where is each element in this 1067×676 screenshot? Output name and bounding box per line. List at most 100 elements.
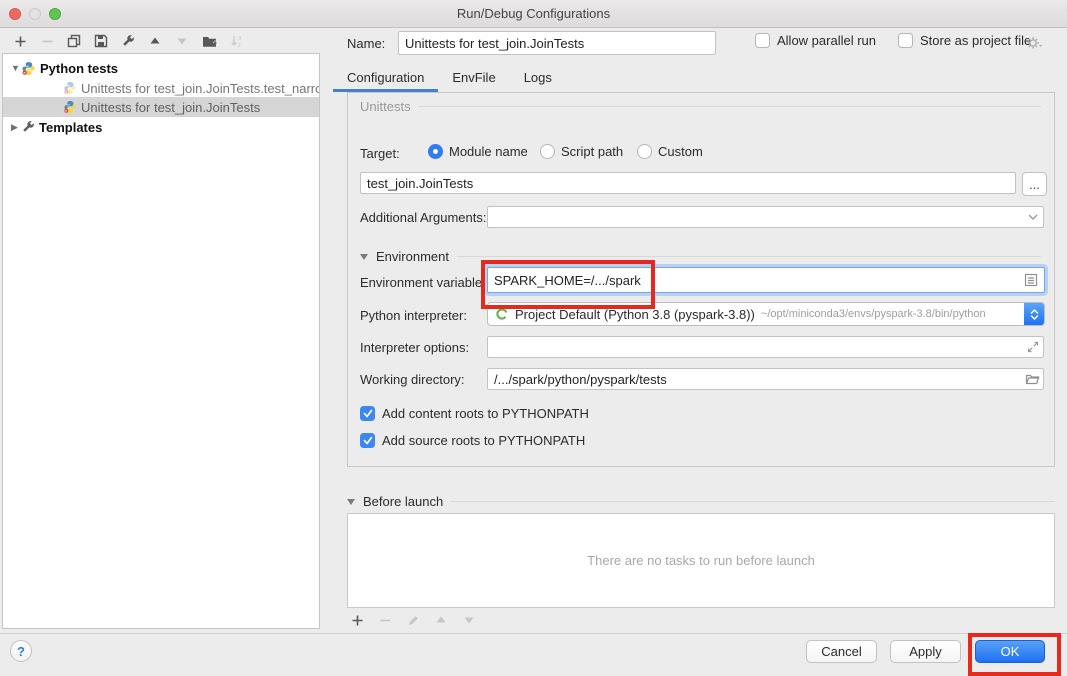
separator: [419, 106, 1041, 107]
save-configuration-icon[interactable]: [93, 33, 109, 49]
remove-configuration-icon: [39, 33, 55, 49]
script-path-radio[interactable]: [540, 144, 555, 159]
browse-module-button[interactable]: ...: [1022, 172, 1047, 196]
before-launch-section-header[interactable]: Before launch: [347, 494, 1055, 509]
name-label: Name:: [347, 36, 385, 51]
add-source-roots-label: Add source roots to PYTHONPATH: [382, 433, 585, 448]
tree-item-python-tests[interactable]: ▼ Python tests: [3, 58, 319, 78]
tab-label: Logs: [524, 70, 552, 85]
edit-task-icon: [405, 612, 421, 628]
working-directory-input[interactable]: [487, 368, 1044, 390]
store-options-gear-icon[interactable]: [1026, 36, 1043, 51]
help-label: ?: [17, 644, 25, 659]
tree-item-templates[interactable]: ▶ Templates: [3, 117, 319, 137]
copy-configuration-icon[interactable]: [66, 33, 82, 49]
svg-text:z: z: [238, 43, 241, 48]
traffic-lights: [9, 8, 61, 20]
browse-folder-icon[interactable]: [1025, 373, 1040, 385]
templates-wrench-icon: [21, 120, 35, 134]
tab-configuration[interactable]: Configuration: [333, 66, 438, 92]
python-interpreter-path: ~/opt/miniconda3/envs/pyspark-3.8/bin/py…: [761, 308, 986, 320]
ok-button[interactable]: OK: [975, 640, 1045, 663]
tab-logs[interactable]: Logs: [510, 66, 566, 92]
target-label: Target:: [360, 146, 400, 161]
interpreter-options-input[interactable]: [487, 336, 1044, 358]
tab-envfile[interactable]: EnvFile: [438, 66, 509, 92]
expand-arrow-icon[interactable]: ▶: [11, 122, 21, 133]
cancel-button[interactable]: Cancel: [806, 640, 877, 663]
additional-arguments-input[interactable]: [487, 206, 1044, 228]
tree-item-label: Python tests: [40, 61, 118, 76]
python-interpreter-value: Project Default (Python 3.8 (pyspark-3.8…: [515, 307, 755, 322]
before-launch-empty-text: There are no tasks to run before launch: [587, 553, 815, 568]
tree-item-label: Unittests for test_join.JoinTests.test_n…: [81, 81, 319, 96]
module-name-radio[interactable]: [428, 144, 443, 159]
add-content-roots-option[interactable]: Add content roots to PYTHONPATH: [360, 406, 589, 421]
add-content-roots-checkbox[interactable]: [360, 406, 375, 421]
before-launch-task-list: There are no tasks to run before launch: [347, 513, 1055, 608]
module-name-radio-label: Module name: [449, 144, 528, 159]
store-as-project-file-option[interactable]: Store as project file: [898, 33, 1031, 48]
close-window-button[interactable]: [9, 8, 21, 20]
collapse-arrow-icon[interactable]: [347, 499, 355, 505]
tree-item-test-narrow[interactable]: Unittests for test_join.JoinTests.test_n…: [3, 78, 319, 98]
tab-label: EnvFile: [452, 70, 495, 85]
configurations-tree: ▼ Python tests Unittests for test_join.J…: [2, 53, 320, 629]
edit-templates-icon[interactable]: [120, 33, 136, 49]
title-bar: Run/Debug Configurations: [0, 0, 1067, 28]
additional-arguments-label: Additional Arguments:: [360, 210, 486, 225]
move-up-icon[interactable]: [147, 33, 163, 49]
store-as-project-file-checkbox[interactable]: [898, 33, 913, 48]
unittests-legend: Unittests: [360, 99, 1041, 114]
zoom-window-button[interactable]: [49, 8, 61, 20]
separator: [457, 256, 1041, 257]
before-launch-title: Before launch: [363, 494, 443, 509]
target-custom-option[interactable]: Custom: [637, 144, 703, 159]
interpreter-dropdown-button[interactable]: [1024, 303, 1044, 325]
svg-text:a: a: [238, 36, 242, 42]
python-run-config-icon: [63, 81, 77, 95]
additional-arguments-chevron-down-icon[interactable]: [1028, 214, 1038, 220]
environment-variables-label: Environment variables:: [360, 275, 492, 290]
collapse-arrow-icon[interactable]: ▼: [11, 63, 21, 73]
add-content-roots-label: Add content roots to PYTHONPATH: [382, 406, 589, 421]
environment-section-header[interactable]: Environment: [360, 249, 1041, 264]
tree-item-jointests[interactable]: Unittests for test_join.JoinTests: [3, 97, 319, 117]
move-task-up-icon: [433, 612, 449, 628]
tab-label: Configuration: [347, 70, 424, 85]
conda-environment-icon: [495, 307, 509, 321]
target-script-path-option[interactable]: Script path: [540, 144, 623, 159]
custom-radio-label: Custom: [658, 144, 703, 159]
ok-label: OK: [1001, 644, 1020, 659]
add-source-roots-option[interactable]: Add source roots to PYTHONPATH: [360, 433, 585, 448]
add-source-roots-checkbox[interactable]: [360, 433, 375, 448]
browse-module-label: ...: [1029, 177, 1040, 192]
new-folder-icon[interactable]: [201, 33, 217, 49]
env-vars-browse-list-icon[interactable]: [1024, 273, 1038, 287]
python-interpreter-label: Python interpreter:: [360, 308, 467, 323]
expand-field-icon[interactable]: [1027, 341, 1039, 353]
target-module-input[interactable]: [360, 172, 1016, 194]
python-run-config-icon: [63, 100, 77, 114]
custom-radio[interactable]: [637, 144, 652, 159]
remove-task-icon: [377, 612, 393, 628]
name-input[interactable]: [398, 31, 716, 55]
collapse-arrow-icon[interactable]: [360, 254, 368, 260]
allow-parallel-run-option[interactable]: Allow parallel run: [755, 33, 876, 48]
sort-alphabetically-icon: az: [228, 33, 244, 49]
separator: [0, 633, 1067, 634]
apply-button[interactable]: Apply: [890, 640, 961, 663]
environment-variables-input[interactable]: [487, 267, 1045, 293]
separator: [451, 501, 1055, 502]
before-launch-toolbar: [349, 612, 477, 628]
apply-label: Apply: [909, 644, 942, 659]
add-task-icon[interactable]: [349, 612, 365, 628]
python-interpreter-select[interactable]: Project Default (Python 3.8 (pyspark-3.8…: [487, 302, 1045, 326]
allow-parallel-run-checkbox[interactable]: [755, 33, 770, 48]
window-title: Run/Debug Configurations: [0, 0, 1067, 27]
help-button[interactable]: ?: [10, 640, 32, 662]
target-module-name-option[interactable]: Module name: [428, 144, 528, 159]
add-configuration-icon[interactable]: [12, 33, 28, 49]
interpreter-options-label: Interpreter options:: [360, 340, 469, 355]
tree-item-label: Unittests for test_join.JoinTests: [81, 100, 260, 115]
